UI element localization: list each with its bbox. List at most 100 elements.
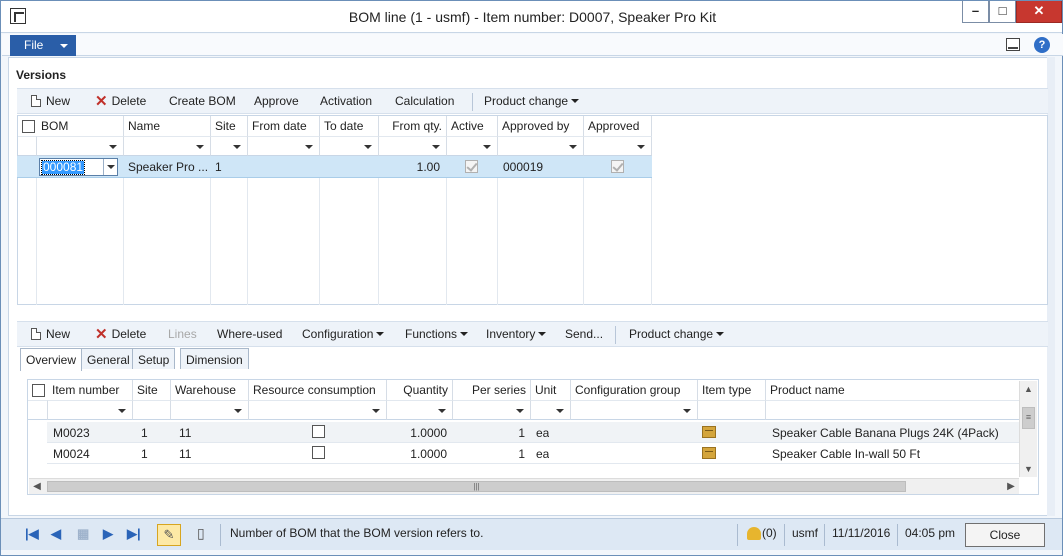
column-header-approved-by[interactable]: Approved by bbox=[498, 116, 584, 136]
approve-button[interactable]: Approve bbox=[254, 94, 299, 108]
versions-product-change-menu[interactable]: Product change bbox=[484, 94, 579, 108]
line-row-1[interactable]: M0023 1 11 1.0000 1 ea Speaker Cable Ban… bbox=[47, 422, 1019, 443]
tab-dimension[interactable]: Dimension bbox=[180, 348, 249, 369]
first-record-icon[interactable]: |◀ bbox=[25, 527, 39, 541]
lines-vertical-scrollbar[interactable]: ▲ ≡ ▼ bbox=[1019, 381, 1037, 477]
resource-consumption-checkbox[interactable] bbox=[312, 425, 325, 438]
column-header-site[interactable]: Site bbox=[211, 116, 248, 136]
status-separator bbox=[897, 524, 898, 546]
grid-line bbox=[497, 178, 498, 305]
column-header-bom[interactable]: BOM bbox=[37, 116, 124, 136]
filter-active[interactable] bbox=[447, 136, 498, 156]
column-header-quantity[interactable]: Quantity bbox=[387, 380, 453, 400]
select-all-checkbox[interactable] bbox=[32, 384, 45, 397]
filter-warehouse[interactable] bbox=[171, 400, 249, 420]
configuration-menu[interactable]: Configuration bbox=[302, 327, 384, 341]
column-header-warehouse[interactable]: Warehouse bbox=[171, 380, 249, 400]
column-header-item-type[interactable]: Item type bbox=[698, 380, 766, 400]
create-bom-button[interactable]: Create BOM bbox=[169, 94, 236, 108]
scroll-down-icon[interactable]: ▼ bbox=[1020, 461, 1037, 477]
filter-bom[interactable] bbox=[37, 136, 124, 156]
scroll-thumb[interactable]: ||| bbox=[47, 481, 906, 492]
column-header-to-date[interactable]: To date bbox=[320, 116, 379, 136]
filter-approved-by[interactable] bbox=[498, 136, 584, 156]
lines-product-change-menu[interactable]: Product change bbox=[629, 327, 724, 341]
column-header-approved[interactable]: Approved bbox=[584, 116, 652, 136]
filter-configuration-group[interactable] bbox=[571, 400, 698, 420]
tab-overview[interactable]: Overview bbox=[20, 348, 83, 371]
filter-approved[interactable] bbox=[584, 136, 652, 156]
bom-combobox[interactable]: 000081 bbox=[39, 158, 118, 176]
lines-horizontal-scrollbar[interactable]: ◀ ||| ▶ bbox=[29, 478, 1019, 494]
next-record-icon[interactable]: ▶ bbox=[103, 527, 113, 541]
filter-unit[interactable] bbox=[531, 400, 571, 420]
cell-item-number: M0023 bbox=[53, 426, 90, 440]
filter-site[interactable] bbox=[211, 136, 248, 156]
filter-per-series[interactable] bbox=[453, 400, 531, 420]
filter-from-date[interactable] bbox=[248, 136, 320, 156]
column-header-configuration-group[interactable]: Configuration group bbox=[571, 380, 698, 400]
filter-to-date[interactable] bbox=[320, 136, 379, 156]
notification-count[interactable]: (0) bbox=[762, 526, 777, 540]
tab-general[interactable]: General bbox=[81, 348, 136, 369]
filter-product-name[interactable] bbox=[766, 400, 1020, 420]
filter-from-qty[interactable] bbox=[379, 136, 447, 156]
where-used-button[interactable]: Where-used bbox=[217, 327, 282, 341]
scroll-thumb[interactable]: ≡ bbox=[1022, 407, 1035, 429]
filter-quantity[interactable] bbox=[387, 400, 453, 420]
select-all-checkbox[interactable] bbox=[22, 120, 35, 133]
filter-site[interactable] bbox=[133, 400, 171, 420]
status-separator bbox=[824, 524, 825, 546]
column-header-from-qty[interactable]: From qty. bbox=[379, 116, 447, 136]
approved-checkbox bbox=[611, 160, 624, 173]
close-window-button[interactable]: ✕ bbox=[1016, 1, 1062, 23]
column-header-active[interactable]: Active bbox=[447, 116, 498, 136]
attachment-icon[interactable]: ▯ bbox=[197, 525, 205, 542]
functions-menu[interactable]: Functions bbox=[405, 327, 468, 341]
column-header-from-date[interactable]: From date bbox=[248, 116, 320, 136]
layout-icon[interactable] bbox=[1006, 38, 1020, 51]
filter-name[interactable] bbox=[124, 136, 211, 156]
last-record-icon[interactable]: ▶| bbox=[127, 527, 141, 541]
column-header-unit[interactable]: Unit bbox=[531, 380, 571, 400]
scroll-right-icon[interactable]: ▶ bbox=[1003, 479, 1019, 494]
filter-item-type[interactable] bbox=[698, 400, 766, 420]
file-menu-button[interactable]: File bbox=[10, 35, 76, 56]
close-button[interactable]: Close bbox=[965, 523, 1045, 547]
maximize-button[interactable]: □ bbox=[989, 1, 1016, 23]
resource-consumption-checkbox[interactable] bbox=[312, 446, 325, 459]
send-button[interactable]: Send... bbox=[565, 327, 603, 341]
filter-item-number[interactable] bbox=[48, 400, 133, 420]
activation-button[interactable]: Activation bbox=[320, 94, 372, 108]
cell-quantity: 1.0000 bbox=[410, 447, 447, 461]
column-header-product-name[interactable]: Product name bbox=[766, 380, 1020, 400]
cell-per-series: 1 bbox=[518, 447, 525, 461]
column-header-name[interactable]: Name bbox=[124, 116, 211, 136]
lines-new-button[interactable]: New bbox=[31, 327, 70, 341]
scroll-left-icon[interactable]: ◀ bbox=[29, 479, 45, 494]
column-header-site[interactable]: Site bbox=[133, 380, 171, 400]
minimize-button[interactable]: – bbox=[962, 1, 989, 23]
lines-delete-button[interactable]: ✕ Delete bbox=[95, 327, 146, 342]
versions-section-title: Versions bbox=[16, 68, 67, 82]
tab-setup[interactable]: Setup bbox=[132, 348, 176, 369]
line-row-2[interactable]: M0024 1 11 1.0000 1 ea Speaker Cable In-… bbox=[47, 443, 1019, 464]
column-header-item-number[interactable]: Item number bbox=[48, 380, 133, 400]
filter-resource-consumption[interactable] bbox=[249, 400, 387, 420]
bell-icon[interactable] bbox=[747, 527, 761, 540]
cell-product-name: Speaker Cable Banana Plugs 24K (4Pack) bbox=[772, 426, 999, 440]
scroll-up-icon[interactable]: ▲ bbox=[1020, 381, 1037, 397]
column-header-per-series[interactable]: Per series bbox=[453, 380, 531, 400]
bom-dropdown-button[interactable] bbox=[103, 159, 117, 175]
time-label: 04:05 pm bbox=[905, 526, 956, 540]
edit-pencil-icon[interactable]: ✎ bbox=[157, 524, 181, 546]
cell-quantity: 1.0000 bbox=[410, 426, 447, 440]
calculation-button[interactable]: Calculation bbox=[395, 94, 454, 108]
versions-new-button[interactable]: New bbox=[31, 94, 70, 108]
help-icon[interactable]: ? bbox=[1034, 37, 1050, 53]
versions-delete-button[interactable]: ✕ Delete bbox=[95, 94, 146, 109]
inventory-menu[interactable]: Inventory bbox=[486, 327, 546, 341]
previous-record-icon[interactable]: ◀ bbox=[51, 527, 61, 541]
column-header-resource-consumption[interactable]: Resource consumption bbox=[249, 380, 387, 400]
panel-scrollbar[interactable] bbox=[1047, 57, 1055, 516]
